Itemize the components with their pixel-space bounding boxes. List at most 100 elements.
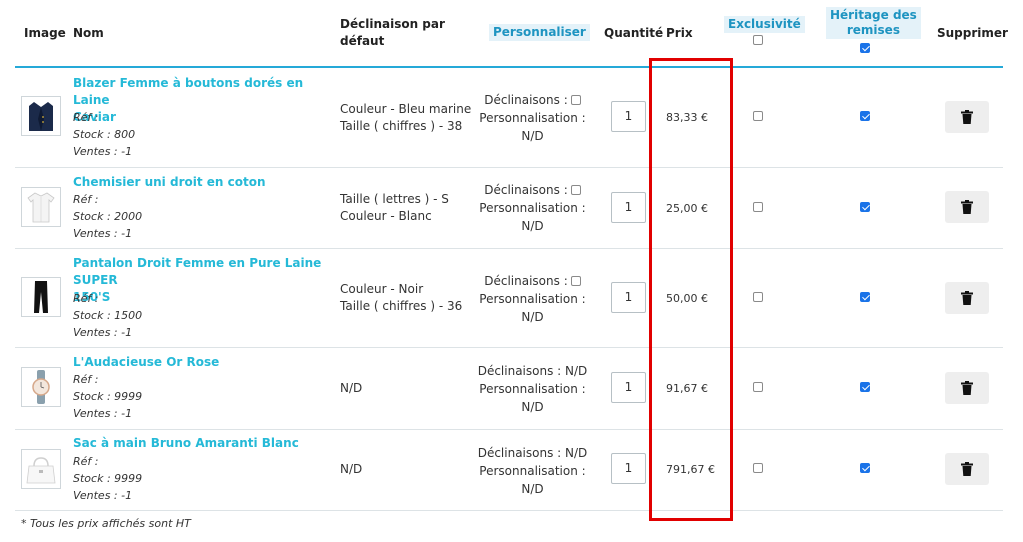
delete-button[interactable] bbox=[945, 453, 989, 485]
product-thumbnail[interactable] bbox=[21, 367, 61, 407]
product-thumbnail[interactable] bbox=[21, 187, 61, 227]
price-column-highlight bbox=[649, 58, 733, 521]
product-ref: Réf : bbox=[73, 373, 99, 386]
price-footnote: * Tous les prix affichés sont HT bbox=[21, 517, 191, 530]
product-stock: Stock : 800 bbox=[73, 128, 136, 141]
heritage-checkbox[interactable] bbox=[860, 111, 870, 121]
trash-icon bbox=[961, 291, 973, 305]
product-thumbnail[interactable] bbox=[21, 277, 61, 317]
product-ref: Réf : bbox=[73, 111, 99, 124]
delete-button[interactable] bbox=[945, 191, 989, 223]
quantity-input[interactable]: 1 bbox=[611, 372, 646, 403]
declinaisons-label: Déclinaisons : bbox=[477, 364, 562, 378]
quantity-input[interactable]: 1 bbox=[611, 453, 646, 484]
product-meta: Réf : Stock : 9999 Ventes : -1 bbox=[73, 453, 142, 504]
col-header-prix: Prix bbox=[666, 26, 693, 40]
personnaliser-header-button[interactable]: Personnaliser bbox=[489, 24, 590, 41]
col-header-declinaison-line1: Déclinaison par bbox=[340, 17, 445, 31]
trash-icon bbox=[961, 462, 973, 476]
row-divider bbox=[15, 167, 1003, 168]
product-thumbnail[interactable] bbox=[21, 449, 61, 489]
product-meta: Réf : Stock : 2000 Ventes : -1 bbox=[73, 191, 142, 242]
quantity-input[interactable]: 1 bbox=[611, 192, 646, 223]
product-name-line1[interactable]: Chemisier uni droit en coton bbox=[73, 174, 338, 191]
quantity-input[interactable]: 1 bbox=[611, 101, 646, 132]
default-declinaison: Couleur - Noir Taille ( chiffres ) - 36 bbox=[340, 281, 462, 315]
product-meta: Réf : Stock : 9999 Ventes : -1 bbox=[73, 371, 142, 422]
exclusivite-checkbox[interactable] bbox=[753, 292, 763, 302]
trash-icon bbox=[961, 200, 973, 214]
declinaisons-checkbox[interactable] bbox=[570, 94, 581, 105]
product-ventes: Ventes : -1 bbox=[73, 145, 133, 158]
product-stock: Stock : 1500 bbox=[73, 309, 143, 322]
exclusivite-checkbox[interactable] bbox=[753, 202, 763, 212]
row-divider bbox=[15, 429, 1003, 430]
delete-button[interactable] bbox=[945, 282, 989, 314]
personnalisation-label: Personnalisation : bbox=[479, 292, 586, 306]
col-header-declinaison: Déclinaison par défaut bbox=[340, 16, 445, 50]
col-header-heritage: Héritage des remises bbox=[826, 7, 921, 39]
product-ventes: Ventes : -1 bbox=[73, 407, 133, 420]
heritage-checkbox[interactable] bbox=[860, 202, 870, 212]
quantity-input[interactable]: 1 bbox=[611, 282, 646, 313]
personnaliser-cell: Déclinaisons : Personnalisation : N/D bbox=[470, 181, 595, 235]
declinaisons-value: N/D bbox=[565, 446, 588, 460]
product-ref: Réf : bbox=[73, 292, 99, 305]
heritage-select-all-checkbox[interactable] bbox=[860, 43, 870, 53]
product-name-line1[interactable]: L'Audacieuse Or Rose bbox=[73, 354, 338, 371]
declinaison-line1: Couleur - Noir bbox=[340, 282, 424, 296]
blazer-image bbox=[29, 102, 53, 131]
heritage-checkbox[interactable] bbox=[860, 382, 870, 392]
heritage-checkbox[interactable] bbox=[860, 292, 870, 302]
default-declinaison: N/D bbox=[340, 380, 362, 397]
col-header-exclusivite: Exclusivité bbox=[724, 16, 805, 33]
product-name-line1[interactable]: Sac à main Bruno Amaranti Blanc bbox=[73, 435, 338, 452]
delete-button[interactable] bbox=[945, 372, 989, 404]
product-stock: Stock : 2000 bbox=[73, 210, 143, 223]
declinaison-line1: Couleur - Bleu marine bbox=[340, 102, 472, 116]
watch-image bbox=[32, 370, 50, 404]
product-meta: Réf : Stock : 1500 Ventes : -1 bbox=[73, 290, 142, 341]
personnalisation-label: Personnalisation : bbox=[479, 382, 586, 396]
heritage-checkbox[interactable] bbox=[860, 463, 870, 473]
declinaisons-label: Déclinaisons : bbox=[484, 93, 568, 107]
delete-button[interactable] bbox=[945, 101, 989, 133]
personnalisation-label: Personnalisation : bbox=[479, 201, 586, 215]
exclusivite-checkbox[interactable] bbox=[753, 382, 763, 392]
product-stock: Stock : 9999 bbox=[73, 472, 143, 485]
row-divider bbox=[15, 248, 1003, 249]
product-thumbnail[interactable] bbox=[21, 96, 61, 136]
declinaison-line1: N/D bbox=[340, 381, 363, 395]
declinaisons-label: Déclinaisons : bbox=[484, 274, 568, 288]
default-declinaison: Taille ( lettres ) - S Couleur - Blanc bbox=[340, 191, 449, 225]
col-header-nom: Nom bbox=[73, 26, 104, 40]
product-ventes: Ventes : -1 bbox=[73, 326, 133, 339]
col-header-supprimer: Supprimer bbox=[937, 26, 1008, 40]
exclusivite-checkbox[interactable] bbox=[753, 111, 763, 121]
declinaison-line2: Taille ( chiffres ) - 38 bbox=[340, 119, 463, 133]
declinaisons-label: Déclinaisons : bbox=[484, 183, 568, 197]
header-divider bbox=[15, 66, 1003, 68]
product-name-link[interactable]: L'Audacieuse Or Rose bbox=[73, 354, 338, 371]
product-name-line1[interactable]: Pantalon Droit Femme en Pure Laine SUPER bbox=[73, 255, 338, 289]
exclusivite-select-all-checkbox[interactable] bbox=[753, 35, 763, 45]
handbag-image bbox=[26, 457, 56, 484]
pants-image bbox=[34, 281, 48, 313]
row-divider bbox=[15, 510, 1003, 511]
personnalisation-value: N/D bbox=[521, 400, 544, 414]
product-ventes: Ventes : -1 bbox=[73, 489, 133, 502]
personnaliser-cell: Déclinaisons : N/D Personnalisation : N/… bbox=[470, 362, 595, 416]
declinaisons-checkbox[interactable] bbox=[570, 275, 581, 286]
shirt-image bbox=[27, 192, 55, 223]
personnaliser-cell: Déclinaisons : N/D Personnalisation : N/… bbox=[470, 444, 595, 498]
row-divider bbox=[15, 347, 1003, 348]
product-name-line1[interactable]: Blazer Femme à boutons dorés en Laine bbox=[73, 75, 338, 109]
product-name-link[interactable]: Sac à main Bruno Amaranti Blanc bbox=[73, 435, 338, 452]
col-header-heritage-line1: Héritage des bbox=[830, 8, 917, 22]
declinaison-line2: Couleur - Blanc bbox=[340, 209, 432, 223]
declinaisons-checkbox[interactable] bbox=[570, 184, 581, 195]
personnalisation-value: N/D bbox=[521, 482, 544, 496]
product-name-link[interactable]: Chemisier uni droit en coton bbox=[73, 174, 338, 191]
exclusivite-checkbox[interactable] bbox=[753, 463, 763, 473]
col-header-declinaison-line2: défaut bbox=[340, 34, 385, 48]
